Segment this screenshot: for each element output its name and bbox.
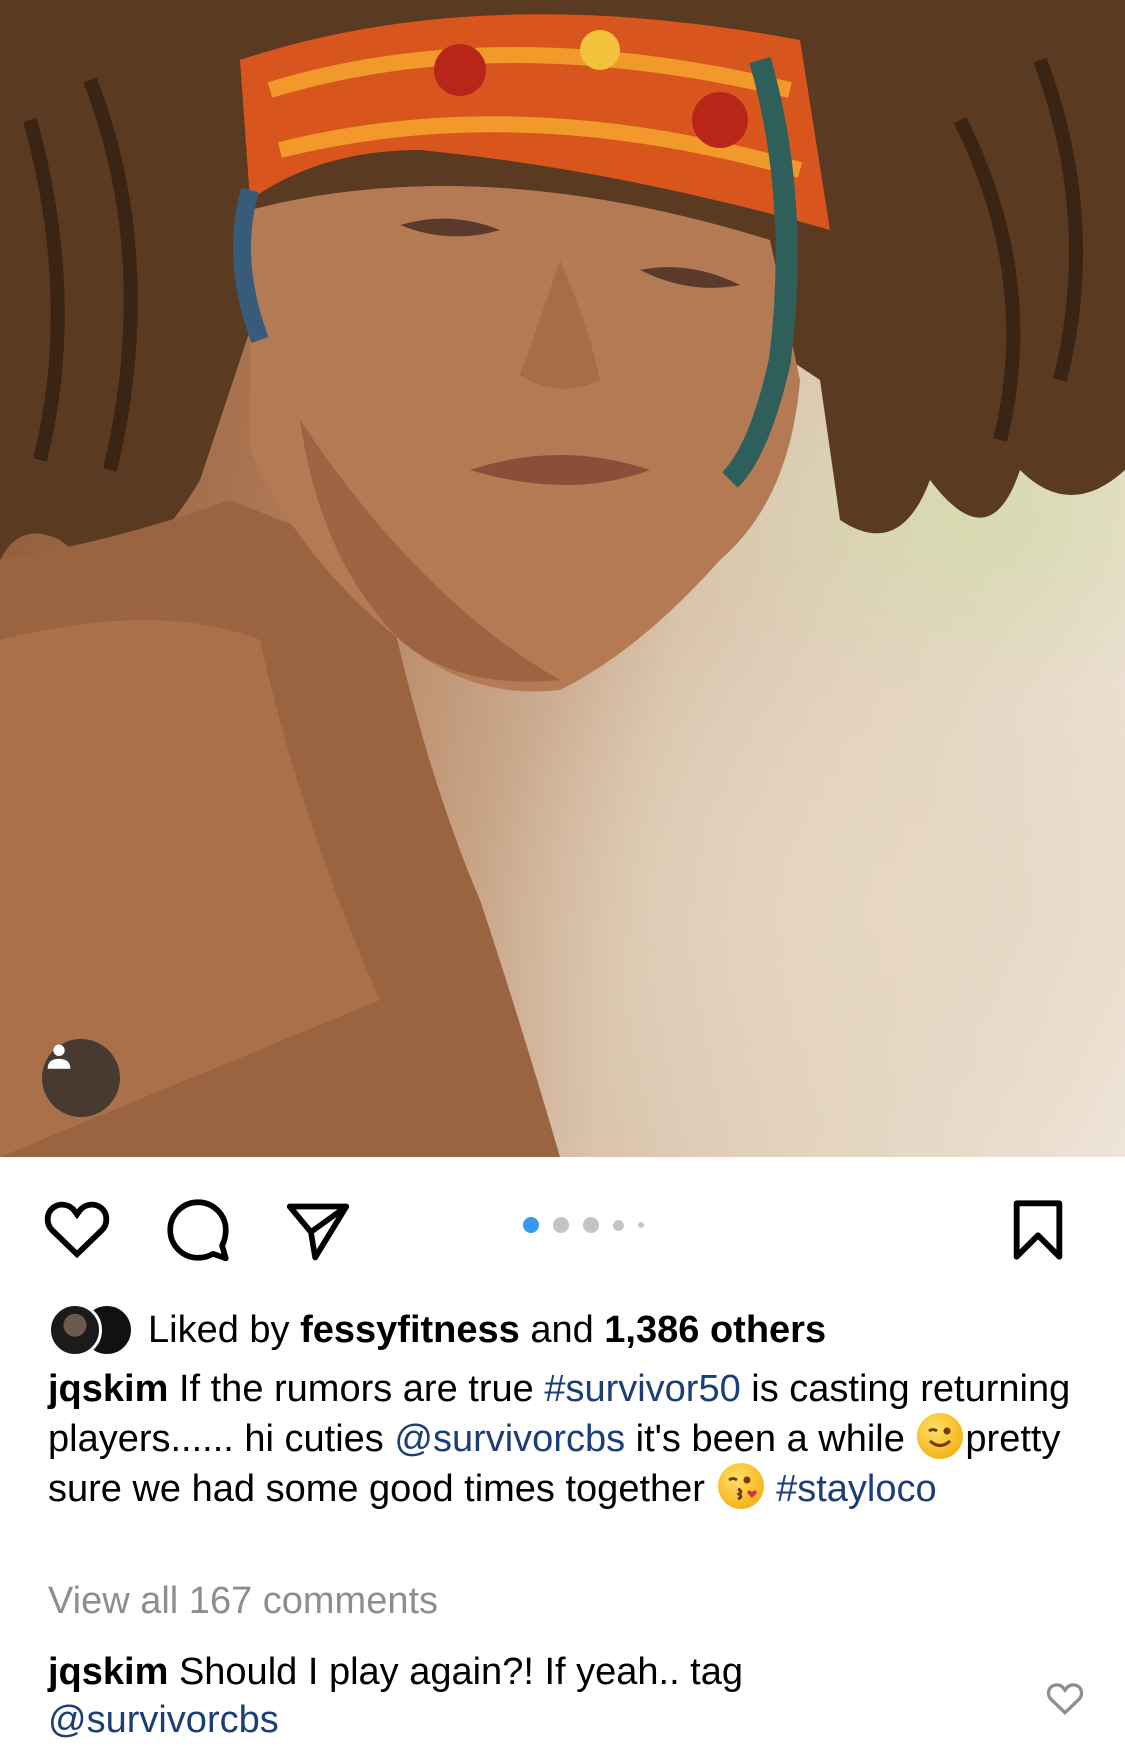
comment-button[interactable] [164,1196,232,1269]
caption-username[interactable]: jqskim [48,1368,168,1410]
comment-username[interactable]: jqskim [48,1651,168,1693]
caption-text: it's been a while [625,1418,916,1460]
likes-count[interactable]: 1,386 others [604,1309,826,1351]
likes-middle: and [519,1308,605,1351]
caption-text: If the rumors are true [168,1368,545,1410]
liker-avatar[interactable] [48,1303,102,1357]
carousel-dot [553,1217,569,1233]
likes-text: Liked by fessyfitness and 1,386 others [148,1309,826,1352]
carousel-dot [638,1222,644,1228]
carousel-dot [583,1217,599,1233]
heart-outline-icon [1046,1683,1084,1716]
mention-link[interactable]: @survivorcbs [394,1418,625,1460]
comment-like-button[interactable] [1045,1680,1085,1721]
hashtag-link[interactable]: #survivor50 [544,1368,740,1410]
user-tag-icon [47,1044,71,1069]
paper-plane-icon [286,1203,350,1261]
comment-item: jqskim Should I play again?! If yeah.. t… [48,1648,968,1744]
post-caption: jqskim If the rumors are true #survivor5… [48,1366,1078,1513]
liker-username[interactable]: fessyfitness [300,1309,520,1351]
user-tag-button[interactable] [42,1039,120,1117]
carousel-dot [613,1219,624,1231]
heart-outline-icon [44,1201,110,1259]
share-button[interactable] [284,1200,352,1269]
comment-text: Should I play again?! If yeah.. tag [168,1651,744,1693]
like-button[interactable] [42,1196,112,1265]
mention-link[interactable]: @survivorcbs [48,1699,279,1741]
post-photo[interactable] [0,0,1125,1157]
comment-bubble-icon [167,1199,229,1262]
carousel-dot-active [523,1217,539,1233]
winking-face-icon [917,1413,964,1459]
likes-summary[interactable]: Liked by fessyfitness and 1,386 others [48,1300,826,1360]
bookmark-outline-icon [1013,1200,1063,1260]
kissing-face-icon [717,1463,764,1509]
carousel-indicator [523,1216,644,1234]
portrait-illustration [0,0,1125,1157]
save-button[interactable] [1010,1198,1066,1267]
hashtag-link[interactable]: #stayloco [776,1468,937,1510]
likes-prefix: Liked by [148,1308,301,1351]
view-all-comments-link[interactable]: View all 167 comments [48,1580,438,1623]
